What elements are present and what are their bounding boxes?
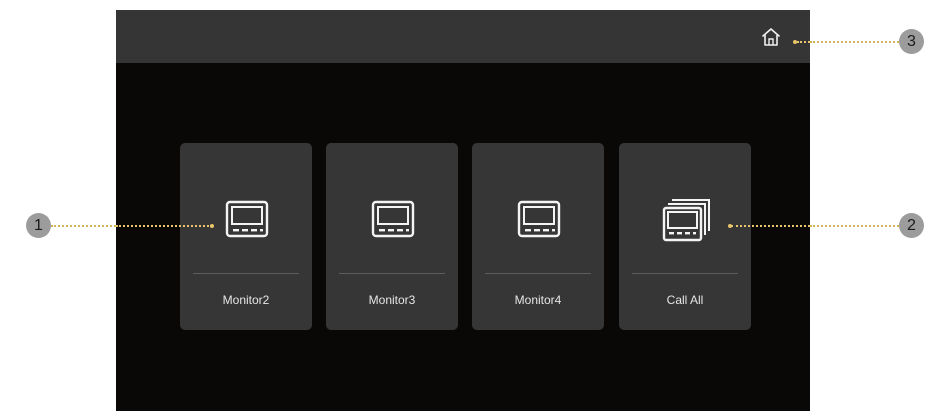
- callout-2-leader-inner: [731, 225, 810, 227]
- callout-3: 3: [899, 29, 924, 54]
- multi-monitor-icon: [662, 199, 710, 242]
- tile-monitor2[interactable]: Monitor2: [180, 143, 312, 330]
- tile-monitor3[interactable]: Monitor3: [326, 143, 458, 330]
- monitor-icon: [517, 200, 561, 238]
- callout-2-leader: [810, 225, 899, 227]
- tile-label: Monitor4: [514, 293, 562, 307]
- callout-1: 1: [26, 213, 51, 238]
- callout-1-dot: [210, 224, 214, 228]
- callout-1-leader-inner: [116, 225, 212, 227]
- callout-1-leader: [51, 225, 116, 227]
- tile-divider: [485, 273, 591, 274]
- device-screen: Monitor2 Monitor3 Monitor4 Call All: [116, 10, 810, 411]
- figure: Monitor2 Monitor3 Monitor4 Call All 1 2 …: [0, 0, 931, 411]
- tile-call-all[interactable]: Call All: [619, 143, 751, 330]
- tile-monitor4[interactable]: Monitor4: [472, 143, 604, 330]
- callout-2: 2: [899, 213, 924, 238]
- monitor-icon: [225, 200, 269, 238]
- top-bar: [116, 10, 810, 63]
- home-button[interactable]: [760, 26, 782, 48]
- tile-divider: [339, 273, 445, 274]
- tile-divider: [193, 273, 299, 274]
- callout-3-leader-inner: [797, 41, 810, 43]
- monitor-icon: [371, 200, 415, 238]
- callout-3-leader: [810, 41, 899, 43]
- tile-label: Call All: [666, 293, 704, 307]
- tile-label: Monitor2: [222, 293, 270, 307]
- tile-divider: [632, 273, 738, 274]
- home-icon: [762, 28, 780, 46]
- tile-label: Monitor3: [368, 293, 416, 307]
